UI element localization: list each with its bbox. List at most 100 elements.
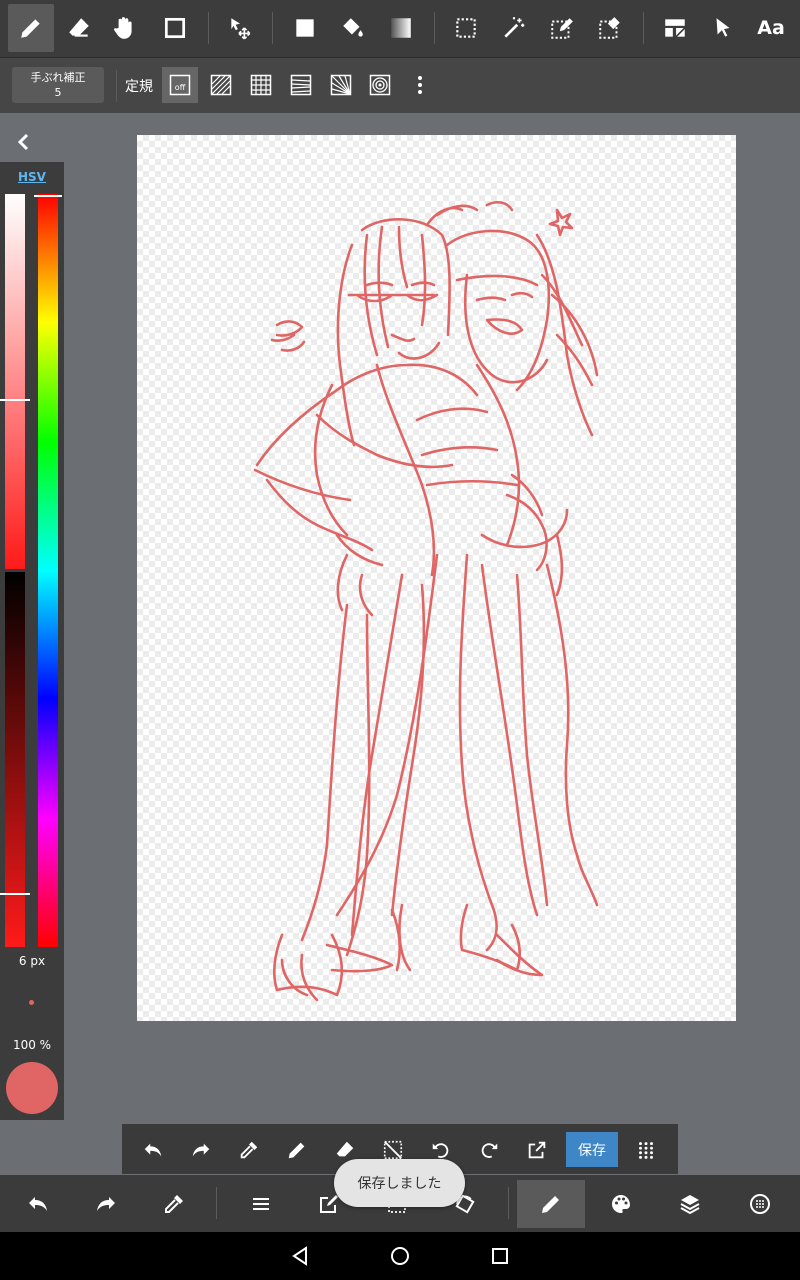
- rotate-left-icon: [432, 1143, 449, 1158]
- layers-button[interactable]: [665, 1180, 715, 1228]
- move-tool-button[interactable]: [217, 4, 263, 52]
- system-nav-bar: [0, 1232, 800, 1280]
- rotate-right-icon: [481, 1143, 498, 1158]
- pointer-tool-button[interactable]: [700, 4, 746, 52]
- home-icon[interactable]: [388, 1244, 412, 1268]
- quick-pen-button[interactable]: [281, 1134, 313, 1166]
- select-eraser-button[interactable]: [587, 4, 633, 52]
- text-tool-button[interactable]: Aa: [748, 4, 794, 52]
- sub-toolbar: 手ぶれ補正 5 定規 off: [0, 57, 800, 114]
- text-icon: Aa: [757, 17, 785, 39]
- back-icon[interactable]: [288, 1244, 312, 1268]
- toolbar-divider: [216, 1187, 217, 1219]
- parallel-ruler-icon: [210, 74, 232, 96]
- toolbar-divider: [508, 1187, 509, 1219]
- toolbar-divider: [116, 70, 117, 102]
- quick-bar-settings-button[interactable]: [630, 1134, 662, 1166]
- eyedropper-icon: [165, 1195, 183, 1213]
- pen-icon: [288, 1142, 305, 1159]
- radial-ruler-button[interactable]: [323, 67, 359, 103]
- perspective-ruler-icon: [290, 74, 312, 96]
- hand-tool-button[interactable]: [101, 4, 147, 52]
- concentric-ruler-icon: [369, 74, 391, 96]
- shape-rect-icon: [164, 17, 186, 39]
- shape-tool-button[interactable]: [152, 4, 198, 52]
- recents-icon[interactable]: [488, 1244, 512, 1268]
- eraser-icon: [69, 18, 89, 37]
- radial-ruler-icon: [330, 74, 352, 96]
- color-mode-toggle[interactable]: HSV: [0, 170, 64, 184]
- quick-export-button[interactable]: [521, 1134, 553, 1166]
- saturation-slider[interactable]: [5, 194, 25, 569]
- toolbar-divider: [272, 12, 273, 44]
- svg-text:off: off: [175, 83, 186, 92]
- ruler-off-icon: off: [169, 74, 191, 96]
- select-tool-button[interactable]: [443, 4, 489, 52]
- opacity-label[interactable]: 100 %: [0, 1038, 64, 1052]
- pen-icon: [21, 19, 40, 38]
- ruler-off-button[interactable]: off: [162, 67, 198, 103]
- quick-rotate-right-button[interactable]: [473, 1134, 505, 1166]
- quick-eyedropper-button[interactable]: [233, 1134, 265, 1166]
- fill-tool-button[interactable]: [282, 4, 328, 52]
- saturation-marker[interactable]: [0, 399, 30, 401]
- redo-icon: [97, 1197, 115, 1211]
- quick-redo-button[interactable]: [185, 1134, 217, 1166]
- redo-icon: [192, 1143, 210, 1157]
- color-panel: HSV 6 px 100 %: [0, 162, 64, 1120]
- brightness-slider[interactable]: [5, 572, 25, 947]
- drawing-canvas[interactable]: [137, 135, 736, 1021]
- current-color-swatch[interactable]: [6, 1062, 58, 1114]
- undo-button[interactable]: [13, 1180, 63, 1228]
- magic-wand-button[interactable]: [491, 4, 537, 52]
- material-icon: [750, 1194, 770, 1214]
- more-options-button[interactable]: [402, 67, 438, 103]
- eraser-icon: [336, 1141, 354, 1157]
- eraser-tool-button[interactable]: [56, 4, 102, 52]
- brush-size-label[interactable]: 6 px: [0, 954, 64, 968]
- brightness-marker[interactable]: [0, 893, 30, 895]
- color-palette-button[interactable]: [596, 1180, 646, 1228]
- more-vert-icon: [418, 76, 422, 94]
- toast-message: 保存しました: [334, 1159, 465, 1207]
- stabilizer-label: 手ぶれ補正: [30, 71, 86, 84]
- parallel-ruler-button[interactable]: [203, 67, 239, 103]
- quick-undo-button[interactable]: [137, 1134, 169, 1166]
- concentric-ruler-button[interactable]: [362, 67, 398, 103]
- grid-ruler-button[interactable]: [243, 67, 279, 103]
- grid-dots-icon: [639, 1142, 653, 1159]
- export-icon: [528, 1141, 546, 1159]
- toolbar-divider: [434, 12, 435, 44]
- brush-button[interactable]: [517, 1180, 585, 1228]
- chevron-left-icon[interactable]: [12, 130, 36, 154]
- redo-button[interactable]: [81, 1180, 131, 1228]
- pen-tool-button[interactable]: [8, 4, 54, 52]
- fill-rect-icon: [296, 19, 314, 37]
- material-button[interactable]: [735, 1180, 785, 1228]
- ruler-label: 定規: [125, 79, 153, 95]
- stabilizer-button[interactable]: 手ぶれ補正 5: [12, 67, 104, 103]
- select-pen-icon: [551, 18, 573, 39]
- select-pen-button[interactable]: [539, 4, 585, 52]
- perspective-ruler-button[interactable]: [283, 67, 319, 103]
- toolbar-divider: [643, 12, 644, 44]
- hand-icon: [114, 17, 132, 39]
- undo-icon: [144, 1143, 162, 1157]
- bucket-tool-button[interactable]: [330, 4, 376, 52]
- hue-marker[interactable]: [34, 195, 62, 197]
- main-menu-button[interactable]: [236, 1180, 286, 1228]
- eyedropper-button[interactable]: [149, 1180, 199, 1228]
- magic-wand-icon: [504, 17, 525, 38]
- select-rect-icon: [456, 18, 476, 38]
- brush-size-preview: [29, 1000, 34, 1005]
- gradient-icon: [391, 18, 411, 38]
- brush-icon: [542, 1196, 559, 1213]
- gradient-tool-button[interactable]: [378, 4, 424, 52]
- palette-icon: [611, 1195, 630, 1213]
- menu-icon: [253, 1198, 269, 1210]
- pointer-icon: [716, 18, 730, 37]
- select-eraser-icon: [599, 17, 620, 39]
- hue-slider[interactable]: [38, 194, 58, 947]
- frame-divider-button[interactable]: [652, 4, 698, 52]
- save-button[interactable]: 保存: [566, 1132, 618, 1167]
